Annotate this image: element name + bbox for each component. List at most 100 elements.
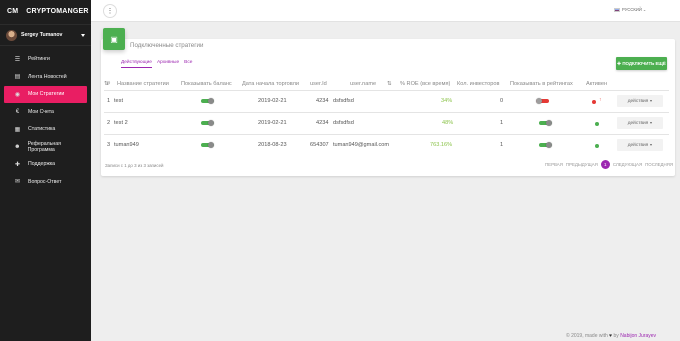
- table-info: Записи с 1 до 3 из 3 записей: [105, 163, 164, 168]
- sidebar-item-label: Реферальная Программа: [27, 140, 61, 153]
- brand-name: CRYPTOMANGER: [26, 7, 89, 15]
- pager-first[interactable]: ПЕРВАЯ: [545, 162, 563, 167]
- pager-prev[interactable]: ПРЕДЫДУЩАЯ: [566, 162, 598, 167]
- author-link[interactable]: Nabijon Jurayev: [620, 333, 656, 339]
- strategies-card: ▣ Подключенные стратегии Действующие Арх…: [101, 28, 676, 176]
- cell-start-date: 2019-02-21: [258, 120, 287, 126]
- col-active[interactable]: Активен: [586, 81, 607, 87]
- card-header-icon: ▣: [103, 28, 125, 50]
- sidebar-item-label: Вопрос-Ответ: [28, 178, 62, 185]
- caret-down-icon: [650, 144, 653, 146]
- sidebar-item-accounts[interactable]: € Мои Счета: [4, 104, 87, 121]
- col-investors[interactable]: Кол. инвесторов: [457, 81, 499, 87]
- col-balance[interactable]: Показывать баланс: [181, 81, 232, 87]
- euro-icon: €: [15, 108, 20, 115]
- connect-more-label: ПОДКЛЮЧИТЬ ЕЩЁ: [622, 61, 666, 66]
- topbar: ⋮ РУССКИЙ ⌄ 👤: [91, 0, 680, 22]
- sidebar-nav: ☰ Рейтинги ▤ Лента Новостей ◉ Мои Страте…: [0, 51, 91, 190]
- support-icon: ✚: [14, 161, 21, 168]
- brand[interactable]: CM CRYPTOMANGER: [0, 0, 91, 22]
- col-user-id[interactable]: user.Id: [310, 81, 327, 87]
- cell-num: 2: [107, 120, 111, 126]
- avatar: [6, 29, 17, 41]
- sidebar-item-label: Рейтинги: [28, 56, 50, 63]
- balance-toggle[interactable]: [201, 142, 214, 148]
- tab-archived[interactable]: Архивные: [157, 60, 179, 68]
- filter-tabs: Действующие Архивные Все: [121, 60, 197, 68]
- cell-user-name: tuman949@gmail.com: [333, 142, 390, 148]
- sidebar-item-label: Мои Стратегии: [28, 91, 65, 98]
- actions-label: действия: [627, 98, 649, 104]
- sidebar-item-label: Статистика: [28, 126, 56, 133]
- card-title: Подключенные стратегии: [130, 42, 204, 49]
- active-status-dot: [595, 122, 599, 126]
- sidebar-item-faq[interactable]: ✉ Вопрос-Ответ: [4, 174, 87, 191]
- sidebar-item-statistics[interactable]: ▦ Статистика: [4, 121, 87, 138]
- pager-last[interactable]: ПОСЛЕДНЯЯ: [645, 162, 673, 167]
- chat-icon: ✉: [14, 179, 21, 186]
- language-selector[interactable]: РУССКИЙ ⌄: [614, 7, 646, 12]
- balance-toggle[interactable]: [201, 120, 214, 126]
- sidebar-item-label: Лента Новостей: [28, 73, 67, 80]
- connect-more-button[interactable]: ✚ ПОДКЛЮЧИТЬ ЕЩЁ: [616, 57, 667, 70]
- user-name: Sergey Tumanov: [21, 32, 63, 38]
- cell-roe: 34%: [441, 98, 453, 104]
- col-roe[interactable]: % ROE (все время): [400, 81, 450, 87]
- sort-icon[interactable]: ⇅: [387, 81, 392, 87]
- col-start-date[interactable]: Дата начала торговли: [242, 81, 299, 87]
- rating-toggle[interactable]: [539, 142, 552, 148]
- table-row: 2 test 2 2019-02-21 4234 dsfsdfsd 48% 1 …: [104, 112, 669, 134]
- balance-toggle[interactable]: [201, 98, 214, 104]
- cell-user-name: dsfsdfsd: [333, 120, 354, 126]
- brand-logo: CM: [7, 7, 19, 15]
- more-menu-button[interactable]: ⋮: [103, 4, 117, 18]
- actions-dropdown[interactable]: действия: [617, 117, 663, 129]
- tab-active[interactable]: Действующие: [121, 60, 152, 68]
- cell-roe: 48%: [442, 120, 454, 126]
- cell-investors: 0: [500, 98, 504, 104]
- pager-next[interactable]: СЛЕДУЮЩАЯ: [613, 162, 642, 167]
- cell-roe: 763.16%: [430, 142, 453, 148]
- sidebar-item-strategies[interactable]: ◉ Мои Стратегии: [4, 86, 87, 103]
- sidebar-item-ratings[interactable]: ☰ Рейтинги: [4, 51, 87, 68]
- caret-down-icon: [650, 122, 653, 124]
- cell-start-date: 2019-02-21: [258, 98, 287, 104]
- more-vertical-icon: ⋮: [106, 8, 114, 15]
- col-rating[interactable]: Показывать в рейтингах: [510, 81, 573, 87]
- news-icon: ▤: [14, 74, 21, 81]
- rating-toggle[interactable]: [536, 98, 549, 104]
- active-status-dot: [592, 100, 596, 104]
- cell-num: 3: [107, 142, 111, 148]
- actions-dropdown[interactable]: действия: [617, 139, 663, 151]
- active-status-dot: [595, 144, 599, 148]
- col-num[interactable]: #: [107, 81, 110, 87]
- strategy-icon: ◉: [14, 91, 21, 98]
- russian-flag-icon: [614, 7, 620, 12]
- stats-icon: ▦: [14, 126, 21, 133]
- footer-text: © 2019, made with: [566, 333, 608, 339]
- heart-icon: ♥: [609, 333, 613, 339]
- pager-current-page[interactable]: 1: [600, 160, 610, 169]
- sidebar-item-referral[interactable]: ☻ Реферальная Программа: [4, 139, 87, 156]
- col-user-name[interactable]: user.name: [350, 81, 376, 87]
- tab-all[interactable]: Все: [184, 60, 192, 68]
- rating-toggle[interactable]: [539, 120, 552, 126]
- table-row: 1 test 2019-02-21 4234 dsfsdfsd 34% 0 ↑ …: [104, 90, 669, 112]
- caret-down-icon[interactable]: [81, 33, 85, 37]
- actions-dropdown[interactable]: действия: [617, 95, 663, 107]
- cell-start-date: 2018-08-23: [258, 142, 287, 148]
- cell-name: test 2: [114, 120, 128, 126]
- cell-name: tuman949: [114, 142, 139, 148]
- cell-investors: 1: [500, 120, 504, 126]
- caret-down-icon: [650, 100, 653, 102]
- sidebar-item-support[interactable]: ✚ Поддержка: [4, 156, 87, 173]
- cell-user-id: 654307: [310, 142, 329, 148]
- col-name[interactable]: Название стратегии: [117, 81, 169, 87]
- user-menu[interactable]: Sergey Tumanov: [0, 24, 91, 46]
- cell-user-id: 4234: [316, 98, 329, 104]
- table-row: 3 tuman949 2018-08-23 654307 tuman949@gm…: [104, 134, 669, 156]
- cell-investors: 1: [500, 142, 504, 148]
- cell-num: 1: [107, 98, 111, 104]
- pagination: ПЕРВАЯ ПРЕДЫДУЩАЯ 1 СЛЕДУЮЩАЯ ПОСЛЕДНЯЯ: [545, 160, 676, 169]
- sidebar-item-news[interactable]: ▤ Лента Новостей: [4, 69, 87, 86]
